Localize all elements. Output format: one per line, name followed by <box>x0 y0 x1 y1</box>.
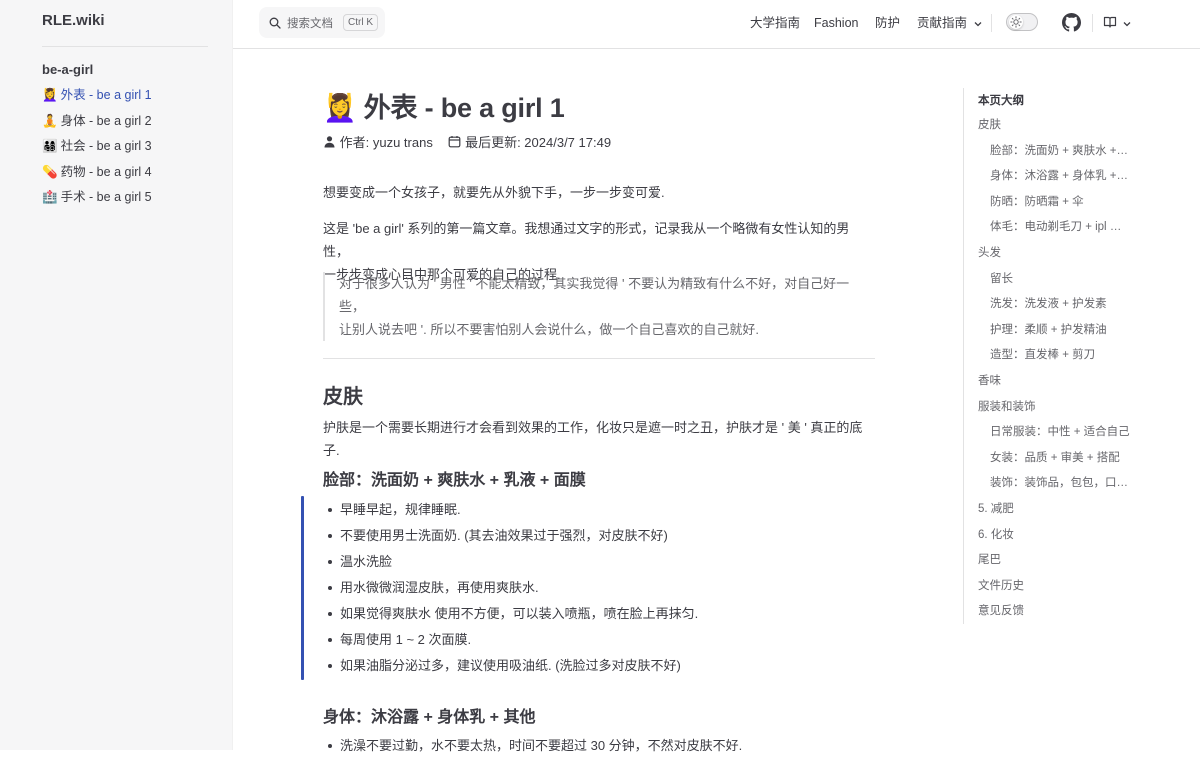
outline-item-hair[interactable]: 头发 <box>978 241 1148 267</box>
nav-separator <box>1092 14 1093 32</box>
outline-item-fragrance[interactable]: 香味 <box>978 369 1148 395</box>
search-button[interactable]: 搜索文档 Ctrl K <box>259 7 385 38</box>
nav-separator <box>991 14 992 32</box>
sidebar-item-label: 身体 - be a girl 2 <box>60 113 152 128</box>
chevron-down-icon <box>974 21 981 27</box>
sidebar-item-label: 药物 - be a girl 4 <box>60 164 152 179</box>
outline-item-wash[interactable]: 洗发：洗发液 + 护发素 <box>978 292 1130 318</box>
outline-item-weight-loss[interactable]: 5. 减肥 <box>978 497 1148 523</box>
outline-item-styling[interactable]: 造型：直发棒 + 剪刀 <box>978 343 1130 369</box>
github-icon[interactable] <box>1062 13 1081 32</box>
outline-item-sunscreen[interactable]: 防晒：防晒霜 + 伞 <box>978 190 1130 216</box>
nav-link-fashion[interactable]: Fashion <box>814 0 858 48</box>
outline-item-face[interactable]: 脸部：洗面奶 + 爽肤水 + 乳液 + 面膜 <box>978 139 1130 165</box>
chevron-down-icon <box>1123 22 1131 27</box>
nav-dropdown-label: 贡献指南 <box>917 16 968 30</box>
massage-emoji-icon: 💆‍♀️ <box>42 88 58 102</box>
outline-item-clothing[interactable]: 服装和装饰 <box>978 395 1148 421</box>
sun-icon <box>1010 16 1022 28</box>
search-placeholder: 搜索文档 <box>287 18 333 30</box>
outline-item-makeup[interactable]: 6. 化妆 <box>978 523 1148 549</box>
nav-link-protection[interactable]: 防护 <box>875 0 900 48</box>
user-icon <box>324 136 335 148</box>
outline-item-body[interactable]: 身体：沐浴露 + 身体乳 + 其他 <box>978 164 1130 190</box>
face-bullet-list: 早睡早起，规律睡眠. 不要使用男士洗面奶. (其去油效果过于强烈，对皮肤不好) … <box>323 497 875 679</box>
author-text: 作者: yuzu trans <box>339 135 433 150</box>
outline-items: 皮肤 脸部：洗面奶 + 爽肤水 + 乳液 + 面膜 身体：沐浴露 + 身体乳 +… <box>978 113 1148 625</box>
top-navbar: 搜索文档 Ctrl K 大学指南 Fashion 防护 贡献指南 <box>233 0 1200 49</box>
search-icon <box>269 17 281 29</box>
outline-item-accessories[interactable]: 装饰：装饰品，包包，口罩等 <box>978 471 1130 497</box>
search-shortcut-badge: Ctrl K <box>343 14 378 31</box>
sidebar-group-title: be-a-girl <box>42 62 94 77</box>
skin-intro-paragraph: 护肤是一个需要长期进行才会看到效果的工作，化妆只是遮一时之丑，护肤才是 ' 美 … <box>323 420 863 458</box>
last-updated-text: 最后更新: 2024/3/7 17:49 <box>465 135 612 150</box>
nav-link-university-guide[interactable]: 大学指南 <box>750 0 800 48</box>
intro-paragraph: 想要变成一个女孩子，就要先从外貌下手，一步一步变可爱. <box>323 185 665 200</box>
list-item: 洗澡不要过勤，水不要太热，时间不要超过 30 分钟，不然对皮肤不好. <box>323 733 875 759</box>
pill-emoji-icon: 💊 <box>42 164 58 179</box>
section-heading-skin: 皮肤 <box>323 386 363 408</box>
outline-item-body-hair[interactable]: 体毛：电动剃毛刀 + ipl 脱毛仪 <box>978 215 1130 241</box>
outline-item-feedback[interactable]: 意见反馈 <box>978 599 1148 625</box>
list-item: 温水洗脸 <box>323 549 875 575</box>
sidebar: RLE.wiki be-a-girl 💆‍♀️ 外表 - be a girl 1 … <box>0 0 233 750</box>
paragraph-line: 这是 'be a girl' 系列的第一篇文章。我想通过文字的形式，记录我从一个… <box>323 221 850 259</box>
title-emoji-icon: 💆‍♀️ <box>323 93 357 123</box>
sidebar-item-appearance[interactable]: 💆‍♀️ 外表 - be a girl 1 <box>42 84 222 110</box>
subheading-face: 脸部：洗面奶 + 爽肤水 + 乳液 + 面膜 <box>323 472 586 489</box>
quote-line: 让别人说去吧 '. 所以不要害怕别人会说什么，做一个自己喜欢的自己就好. <box>339 322 759 337</box>
hospital-emoji-icon: 🏥 <box>42 190 58 205</box>
sidebar-items: 💆‍♀️ 外表 - be a girl 1 🧘 身体 - be a girl 2 👨… <box>42 84 222 212</box>
list-item: 如果油脂分泌过多，建议使用吸油纸. (洗脸过多对皮肤不好) <box>323 653 875 679</box>
subheading-body: 身体：沐浴露 + 身体乳 + 其他 <box>323 709 536 726</box>
list-item: 早睡早起，规律睡眠. <box>323 497 875 523</box>
family-emoji-icon: 👨‍👩‍👧‍👦 <box>42 139 58 154</box>
article-meta: 作者: yuzu trans 最后更新: 2024/3/7 17:49 <box>323 132 611 151</box>
theme-toggle-switch[interactable] <box>1006 13 1038 31</box>
sidebar-item-label: 社会 - be a girl 3 <box>60 139 152 154</box>
list-item: 每周使用 1 ~ 2 次面膜. <box>323 627 875 653</box>
outline-item-epilogue[interactable]: 尾巴 <box>978 548 1148 574</box>
outline-item-file-history[interactable]: 文件历史 <box>978 574 1148 600</box>
page-outline: 本页大纲 皮肤 脸部：洗面奶 + 爽肤水 + 乳液 + 面膜 身体：沐浴露 + … <box>963 88 1164 624</box>
page-title-text: 外表 - be a girl 1 <box>363 93 565 123</box>
body-bullet-list: 洗澡不要过勤，水不要太热，时间不要超过 30 分钟，不然对皮肤不好. <box>323 733 875 759</box>
list-item: 如果觉得爽肤水 使用不方便，可以装入喷瓶，喷在脸上再抹匀. <box>323 601 875 627</box>
sidebar-item-surgery[interactable]: 🏥 手术 - be a girl 5 <box>42 186 222 212</box>
sidebar-item-label: 外表 - be a girl 1 <box>60 88 152 102</box>
sidebar-item-medicine[interactable]: 💊 药物 - be a girl 4 <box>42 161 222 187</box>
active-section-indicator <box>301 496 304 680</box>
outline-item-womens-clothing[interactable]: 女装：品质 + 审美 + 搭配 <box>978 446 1130 472</box>
sidebar-item-label: 手术 - be a girl 5 <box>60 190 152 205</box>
sidebar-item-body[interactable]: 🧘 身体 - be a girl 2 <box>42 110 222 136</box>
outline-title: 本页大纲 <box>978 95 1024 107</box>
yoga-emoji-icon: 🧘 <box>42 113 58 128</box>
translations-dropdown[interactable] <box>1103 15 1132 34</box>
site-title[interactable]: RLE.wiki <box>42 12 105 29</box>
outline-item-daily-clothing[interactable]: 日常服装：中性 + 适合自己 <box>978 420 1130 446</box>
outline-item-skin[interactable]: 皮肤 <box>978 113 1148 139</box>
list-item: 不要使用男士洗面奶. (其去油效果过于强烈，对皮肤不好) <box>323 523 875 549</box>
sidebar-divider <box>42 46 208 47</box>
list-item: 用水微微润湿皮肤，再使用爽肤水. <box>323 575 875 601</box>
page-title: 💆‍♀️ 外表 - be a girl 1 <box>323 86 565 125</box>
blockquote: 对于很多人认为 ' 男性 ' 不能太精致，其实我觉得 ' 不要认为精致有什么不好… <box>323 272 875 341</box>
outline-item-care[interactable]: 护理：柔顺 + 护发精油 <box>978 318 1130 344</box>
theme-toggle-knob <box>1009 15 1023 29</box>
sidebar-item-society[interactable]: 👨‍👩‍👧‍👦 社会 - be a girl 3 <box>42 135 222 161</box>
quote-line: 对于很多人认为 ' 男性 ' 不能太精致，其实我觉得 ' 不要认为精致有什么不好… <box>339 276 850 314</box>
nav-dropdown-contribute[interactable]: 贡献指南 <box>917 0 983 48</box>
outline-item-grow-long[interactable]: 留长 <box>978 267 1130 293</box>
section-divider <box>323 358 875 359</box>
calendar-icon <box>449 136 461 148</box>
book-open-icon <box>1103 16 1117 28</box>
